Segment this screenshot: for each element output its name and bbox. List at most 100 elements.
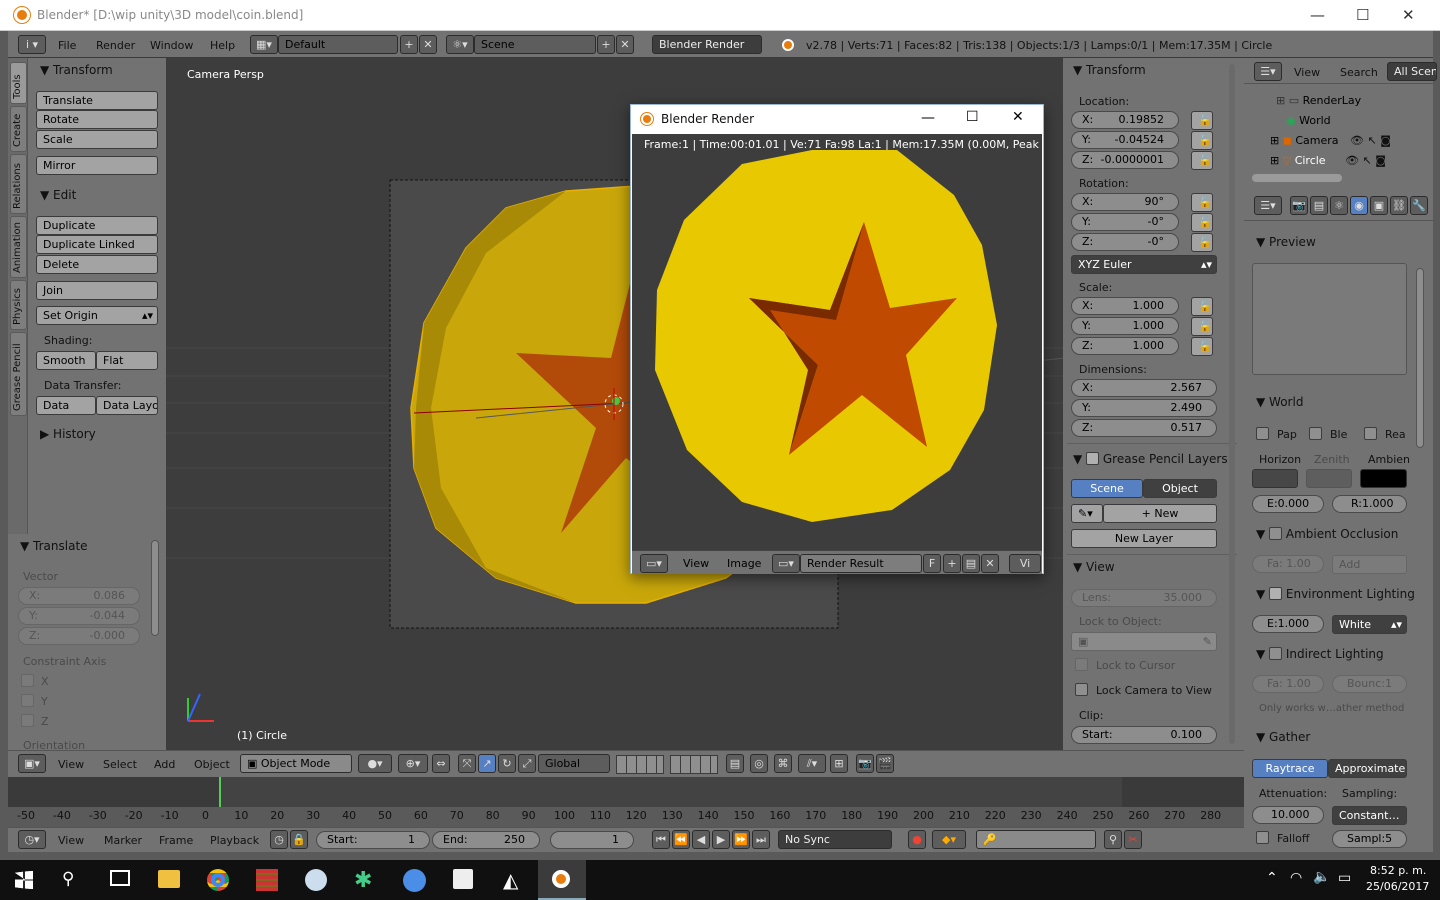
lock-scale-y-icon[interactable]: 🔓 (1191, 317, 1213, 336)
properties-scrollbar[interactable] (1229, 64, 1235, 744)
transform-panel-header[interactable]: ▼ Transform (40, 63, 113, 77)
close-icon[interactable]: ✕ (1402, 6, 1415, 24)
modifiers-tab-icon[interactable]: 🔧 (1410, 196, 1428, 215)
screen-layout-field[interactable]: Default (278, 35, 398, 54)
tl-menu-playback[interactable]: Playback (210, 834, 259, 847)
rotate-manipulator-icon[interactable]: ↗ (478, 754, 496, 773)
history-panel-header[interactable]: ▶ History (40, 427, 96, 441)
scene-tab-icon[interactable]: ⚛ (1330, 196, 1348, 215)
zenith-color-swatch[interactable] (1306, 469, 1352, 488)
tab-relations[interactable]: Relations (10, 154, 27, 214)
start-icon[interactable] (15, 871, 33, 889)
record-icon[interactable]: ● (908, 830, 926, 849)
jump-key-forward-icon[interactable]: ⏩ (732, 830, 750, 849)
tab-create[interactable]: Create (10, 106, 27, 152)
n-transform-header[interactable]: ▼ Transform (1073, 63, 1146, 77)
insert-keyframe-icon[interactable]: ⚲ (1104, 830, 1122, 849)
layer-buttons-1[interactable] (616, 755, 664, 774)
rotation-z-field[interactable]: Z: -0° (1071, 233, 1179, 251)
outliner-item-camera[interactable]: ⊞ ◼ Camera 👁 ↖ ◙ (1270, 134, 1391, 147)
gather-header[interactable]: ▼ Gather (1256, 730, 1310, 744)
edit-panel-header[interactable]: ▼ Edit (40, 188, 76, 202)
app-icon-blue[interactable] (403, 869, 426, 892)
blend-sky-checkbox[interactable] (1309, 427, 1322, 440)
rotation-y-field[interactable]: Y: -0° (1071, 213, 1179, 231)
outliner-hscrollbar[interactable] (1252, 174, 1342, 182)
delete-button[interactable]: Delete (36, 255, 158, 274)
render-result-field[interactable]: Render Result (800, 554, 922, 573)
dimension-x-field[interactable]: X: 2.567 (1071, 379, 1217, 397)
render-close-icon[interactable]: ✕ (1012, 109, 1024, 125)
data-button[interactable]: Data (36, 396, 96, 415)
snap-element-icon[interactable]: ⫽▾ (798, 754, 826, 773)
sampling-method-select[interactable]: Constant… (1332, 806, 1407, 825)
environment-lighting-header[interactable]: ▼ Environment Lighting (1256, 585, 1415, 601)
render-minimize-icon[interactable]: — (921, 110, 935, 126)
menu-help[interactable]: Help (210, 39, 235, 52)
outliner-item-circle[interactable]: ⊞ ▽ Circle 👁 ↖ ◙ (1270, 154, 1386, 167)
ao-blend-select[interactable]: Add (1332, 555, 1407, 574)
render-engine-select[interactable]: Blender Render (652, 35, 762, 54)
app-icon-palette[interactable] (305, 869, 327, 891)
lock-camera-icon[interactable]: ▤ (726, 754, 744, 773)
duplicate-button[interactable]: Duplicate (36, 216, 158, 235)
chrome-icon[interactable] (207, 869, 229, 891)
indirect-lighting-header[interactable]: ▼ Indirect Lighting (1256, 645, 1384, 661)
sync-select[interactable]: No Sync (778, 830, 892, 849)
tl-menu-frame[interactable]: Frame (159, 834, 193, 847)
render-still-icon[interactable]: 📷 (856, 754, 874, 773)
gp-scene-toggle[interactable]: Scene (1071, 479, 1143, 498)
indirect-bounces-field[interactable]: Bounc:1 (1332, 675, 1407, 693)
view-layer-icon[interactable]: Vi (1009, 554, 1041, 573)
gp-new-layer-button[interactable]: New Layer (1071, 529, 1217, 548)
render-layers-tab-icon[interactable]: ▤ (1310, 196, 1328, 215)
render-window[interactable]: Blender Render — ☐ ✕ Frame:1 | Time:00:0… (630, 104, 1044, 574)
lock-scale-z-icon[interactable]: 🔓 (1191, 337, 1213, 356)
mode-select[interactable]: ▣ Object Mode (240, 754, 352, 773)
unlink-image-icon[interactable]: ✕ (981, 554, 999, 573)
fake-user-button[interactable]: F (923, 554, 941, 573)
paper-sky-checkbox[interactable] (1256, 427, 1269, 440)
scale-button[interactable]: Scale (36, 130, 158, 149)
lock-rotation-z-icon[interactable]: 🔓 (1191, 233, 1213, 252)
maximize-icon[interactable]: ☐ (1356, 6, 1369, 24)
outliner-type-icon[interactable]: ☰▾ (1254, 62, 1282, 81)
render-maximize-icon[interactable]: ☐ (966, 109, 979, 125)
vp-menu-add[interactable]: Add (154, 758, 175, 771)
remove-scene-icon[interactable]: ✕ (616, 35, 634, 54)
indirect-factor-field[interactable]: Fa: 1.00 (1252, 675, 1324, 693)
menu-window[interactable]: Window (150, 39, 193, 52)
outliner-menu-view[interactable]: View (1294, 66, 1320, 79)
horizon-color-swatch[interactable] (1252, 469, 1298, 488)
manipulator-toggle-icon[interactable]: ⇔ (432, 754, 450, 773)
app-icon-star[interactable]: ✱ (354, 868, 372, 893)
task-view-icon[interactable] (110, 870, 130, 886)
vp-menu-object[interactable]: Object (194, 758, 230, 771)
preview-range-icon[interactable]: ◷ (270, 830, 288, 849)
lens-field[interactable]: Lens: 35.000 (1071, 589, 1217, 607)
flat-button[interactable]: Flat (96, 351, 158, 370)
open-image-icon[interactable]: ▤ (962, 554, 980, 573)
vector-y-field[interactable]: Y: -0.044 (18, 607, 140, 625)
set-origin-select[interactable]: Set Origin ▴▾ (36, 306, 158, 325)
clock-time[interactable]: 8:52 p. m. (1370, 864, 1426, 877)
scale-y-field[interactable]: Y: 1.000 (1071, 317, 1179, 335)
lock-rotation-x-icon[interactable]: 🔓 (1191, 193, 1213, 212)
minimize-icon[interactable]: — (1310, 6, 1325, 24)
rotation-mode-select[interactable]: XYZ Euler ▴▾ (1071, 255, 1217, 274)
render-animation-icon[interactable]: 🎬 (876, 754, 894, 773)
app-icon-stack[interactable] (256, 869, 278, 891)
start-frame-field[interactable]: Start: 1 (316, 831, 430, 849)
snap-target-icon[interactable]: ⊞ (830, 754, 848, 773)
gp-pencil-icon[interactable]: ✎▾ (1071, 504, 1103, 523)
outliner-display-mode[interactable]: All Scen (1387, 62, 1437, 81)
vp-menu-select[interactable]: Select (103, 758, 137, 771)
real-sky-checkbox[interactable] (1364, 427, 1377, 440)
scale-z-field[interactable]: Z: 1.000 (1071, 337, 1179, 355)
jump-end-icon[interactable]: ⏭ (752, 830, 770, 849)
world-tab-icon[interactable]: ◉ (1350, 196, 1368, 215)
keying-set-icon[interactable]: ◆▾ (932, 830, 966, 849)
lock-camera-to-view-checkbox[interactable] (1075, 683, 1088, 696)
tl-menu-view[interactable]: View (58, 834, 84, 847)
menu-render[interactable]: Render (96, 39, 135, 52)
